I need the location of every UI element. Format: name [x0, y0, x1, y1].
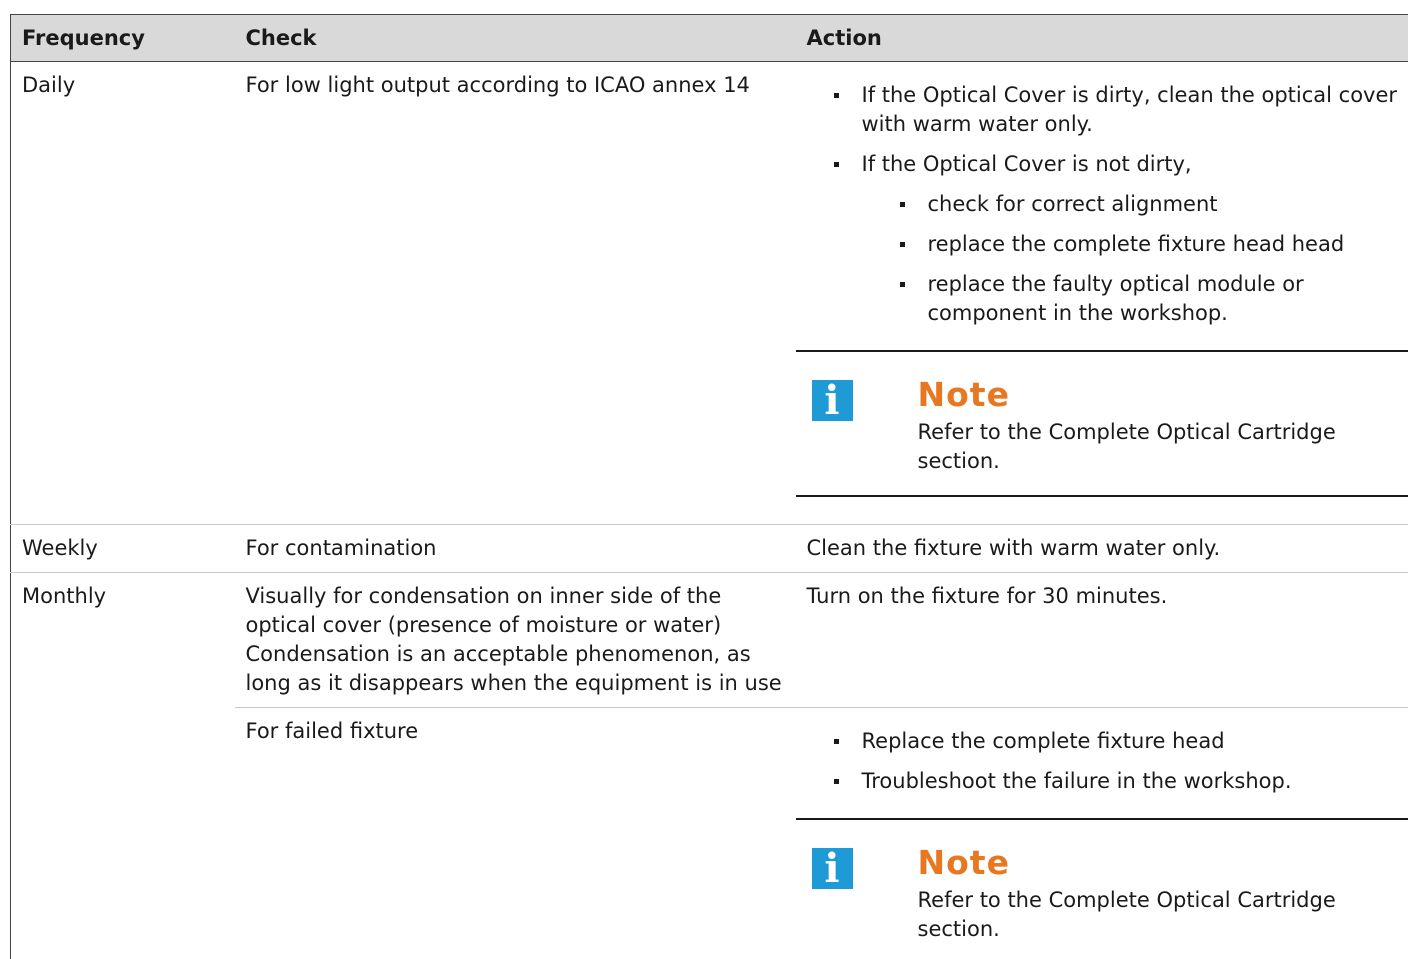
note-text: Refer to the Complete Optical Cartridge … — [917, 420, 1336, 473]
note-box: i Note Refer to the Complete Optical Car… — [795, 818, 1408, 959]
table-row-failed-fixture: For failed fixture Replace the complete … — [10, 707, 1408, 959]
action-subitem: replace the complete fixture head head — [899, 230, 1408, 259]
table-header-row: Frequency Check Action — [10, 14, 1408, 62]
action-item-text: If the Optical Cover is not dirty, — [861, 152, 1192, 176]
cell-frequency — [10, 707, 235, 959]
header-frequency: Frequency — [10, 14, 235, 62]
cell-check: For contamination — [234, 524, 796, 573]
note-text: Refer to the Complete Optical Cartridge … — [917, 888, 1336, 941]
action-subitem: replace the faulty optical module or com… — [899, 270, 1408, 328]
section-heading-fragment — [325, 0, 363, 2]
table-row-weekly: Weekly For contamination Clean the fixtu… — [10, 524, 1408, 573]
table-row-monthly: Monthly Visually for condensation on inn… — [10, 572, 1408, 708]
header-check: Check — [234, 14, 796, 62]
cell-check: For low light output according to ICAO a… — [234, 61, 796, 525]
cell-action: Clean the fixture with warm water only. — [795, 524, 1408, 573]
cell-action: Replace the complete fixture head Troubl… — [795, 708, 1408, 959]
action-item: Troubleshoot the failure in the workshop… — [833, 767, 1408, 796]
table-row-daily: Daily For low light output according to … — [10, 61, 1408, 525]
action-list: Replace the complete fixture head Troubl… — [796, 727, 1408, 796]
cell-frequency: Monthly — [10, 572, 235, 708]
maintenance-table: Frequency Check Action Daily For low lig… — [10, 14, 1408, 959]
cell-action: If the Optical Cover is dirty, clean the… — [795, 61, 1408, 525]
header-action: Action — [795, 14, 1408, 62]
info-icon: i — [811, 848, 853, 889]
cell-check: For failed fixture — [245, 719, 419, 743]
cell-frequency: Daily — [10, 61, 235, 525]
info-icon: i — [811, 380, 853, 421]
action-item: Replace the complete fixture head — [833, 727, 1408, 756]
action-list: If the Optical Cover is dirty, clean the… — [796, 81, 1408, 328]
note-title: Note — [917, 375, 1010, 414]
action-item: If the Optical Cover is not dirty, check… — [833, 150, 1408, 328]
cell-frequency: Weekly — [10, 524, 235, 573]
cell-check: Visually for condensation on inner side … — [234, 572, 796, 708]
note-box: i Note Refer to the Complete Optical Car… — [795, 350, 1408, 497]
action-subitem: check for correct alignment — [899, 190, 1408, 219]
note-title: Note — [917, 843, 1010, 882]
action-item: If the Optical Cover is dirty, clean the… — [833, 81, 1408, 139]
cell-action: Turn on the fixture for 30 minutes. — [795, 572, 1408, 708]
action-sublist: check for correct alignment replace the … — [862, 190, 1408, 328]
document-page: Frequency Check Action Daily For low lig… — [0, 0, 1408, 959]
